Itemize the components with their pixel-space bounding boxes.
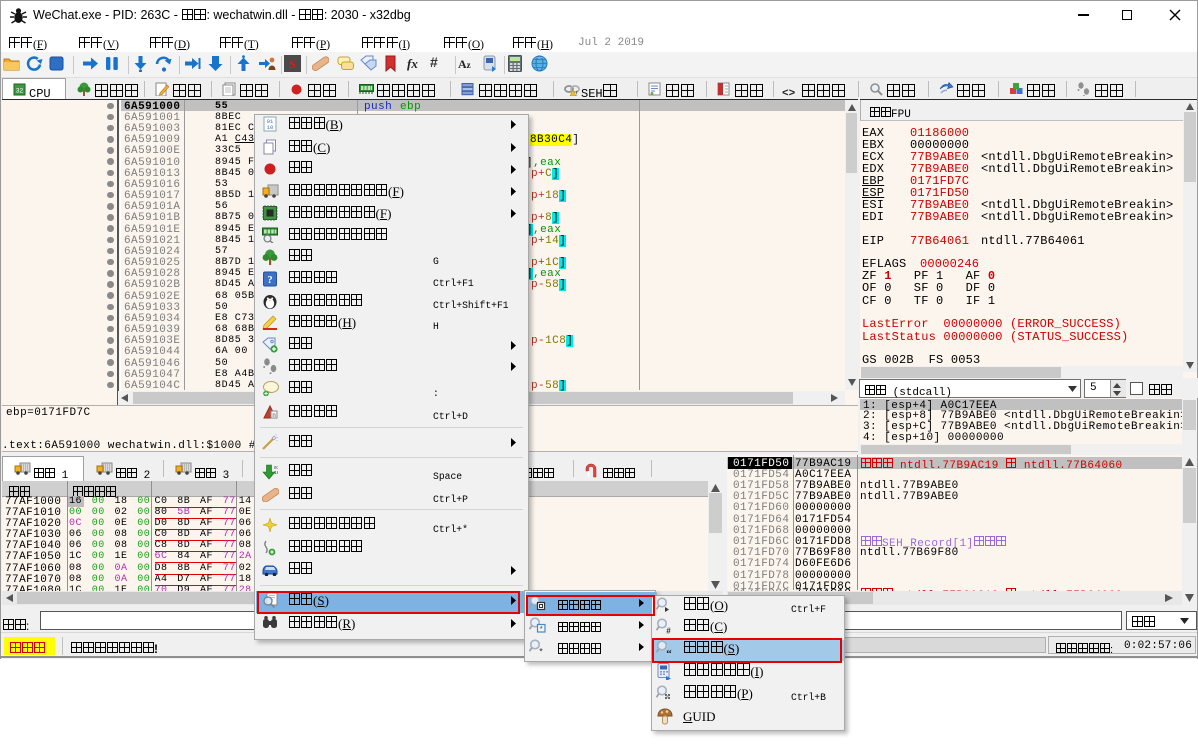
svg-text:S: S: [289, 57, 296, 71]
svg-text:10: 10: [267, 124, 274, 131]
svg-text:#: #: [666, 627, 671, 635]
svg-text:*: *: [539, 646, 543, 655]
svg-text:10: 10: [274, 470, 278, 476]
svg-text:n: n: [272, 413, 275, 419]
svg-text:32: 32: [16, 88, 24, 95]
svg-text:*: *: [540, 626, 543, 633]
svg-text:?: ?: [267, 275, 272, 286]
